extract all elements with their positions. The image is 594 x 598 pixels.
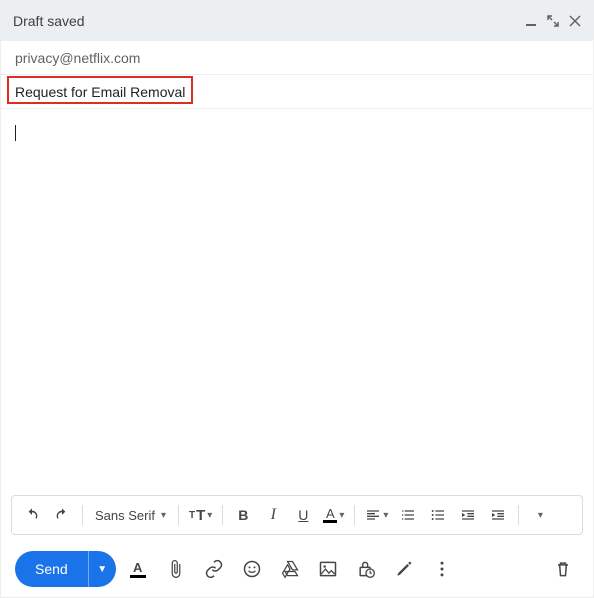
bottom-action-bar: Send ▼ A	[1, 541, 593, 597]
insert-signature-button[interactable]	[388, 553, 420, 585]
italic-button[interactable]: I	[259, 501, 287, 529]
chevron-down-icon: ▾	[207, 510, 212, 521]
format-icon: A	[129, 560, 147, 578]
font-size-dropdown[interactable]: TT ▾	[185, 501, 216, 529]
drive-icon	[280, 559, 300, 579]
chevron-down-icon: ▾	[383, 510, 388, 521]
lock-clock-icon	[356, 559, 376, 579]
redo-button[interactable]	[48, 501, 76, 529]
image-icon	[318, 559, 338, 579]
pen-icon	[394, 559, 414, 579]
recipients-field[interactable]: privacy@netflix.com	[1, 41, 593, 75]
send-label: Send	[35, 561, 68, 577]
emoji-icon	[242, 559, 262, 579]
confidential-mode-button[interactable]	[350, 553, 382, 585]
subject-field[interactable]: Request for Email Removal	[1, 75, 593, 109]
paperclip-icon	[166, 559, 186, 579]
font-family-dropdown[interactable]: Sans Serif ▾	[89, 501, 172, 529]
send-button[interactable]: Send	[15, 551, 88, 587]
bold-label: B	[238, 507, 248, 523]
numbered-list-button[interactable]	[394, 501, 422, 529]
minimize-button[interactable]	[525, 15, 537, 27]
header-fields: privacy@netflix.com Request for Email Re…	[1, 41, 593, 109]
underline-label: U	[298, 507, 308, 523]
compose-window: Draft saved privacy@netflix.com Request …	[0, 0, 594, 598]
italic-label: I	[271, 506, 276, 524]
send-options-dropdown[interactable]: ▼	[88, 551, 116, 587]
link-icon	[204, 559, 224, 579]
insert-link-button[interactable]	[198, 553, 230, 585]
fullscreen-button[interactable]	[547, 15, 559, 27]
insert-emoji-button[interactable]	[236, 553, 268, 585]
indent-more-button[interactable]	[484, 501, 512, 529]
underline-button[interactable]: U	[289, 501, 317, 529]
more-vert-icon	[432, 559, 452, 579]
chevron-down-icon: ▼	[97, 564, 107, 575]
indent-less-button[interactable]	[454, 501, 482, 529]
bold-button[interactable]: B	[229, 501, 257, 529]
close-button[interactable]	[569, 15, 581, 27]
toolbar-separator	[354, 505, 355, 525]
more-formatting-button[interactable]: ▾	[525, 501, 553, 529]
message-body[interactable]	[1, 109, 593, 495]
chevron-down-icon: ▾	[161, 510, 166, 521]
text-caret	[15, 125, 16, 141]
toolbar-separator	[222, 505, 223, 525]
undo-button[interactable]	[18, 501, 46, 529]
text-color-dropdown[interactable]: A ▾	[319, 501, 348, 529]
bulleted-list-button[interactable]	[424, 501, 452, 529]
attach-file-button[interactable]	[160, 553, 192, 585]
font-family-label: Sans Serif	[95, 508, 155, 523]
subject-value: Request for Email Removal	[15, 84, 185, 100]
more-options-button[interactable]	[426, 553, 458, 585]
insert-drive-button[interactable]	[274, 553, 306, 585]
trash-icon	[553, 559, 573, 579]
window-title: Draft saved	[13, 13, 525, 29]
toolbar-separator	[178, 505, 179, 525]
toolbar-separator	[82, 505, 83, 525]
align-dropdown[interactable]: ▾	[361, 501, 392, 529]
titlebar: Draft saved	[1, 1, 593, 41]
insert-photo-button[interactable]	[312, 553, 344, 585]
formatting-toolbar: Sans Serif ▾ TT ▾ B I U A ▾ ▾	[11, 495, 583, 535]
discard-draft-button[interactable]	[547, 553, 579, 585]
recipients-value: privacy@netflix.com	[15, 50, 140, 66]
send-group: Send ▼	[15, 551, 116, 587]
chevron-down-icon: ▾	[339, 510, 344, 521]
text-color-label: A	[326, 507, 335, 520]
text-formatting-toggle[interactable]: A	[122, 553, 154, 585]
chevron-down-icon: ▾	[538, 510, 543, 521]
window-controls	[525, 15, 581, 27]
toolbar-separator	[518, 505, 519, 525]
